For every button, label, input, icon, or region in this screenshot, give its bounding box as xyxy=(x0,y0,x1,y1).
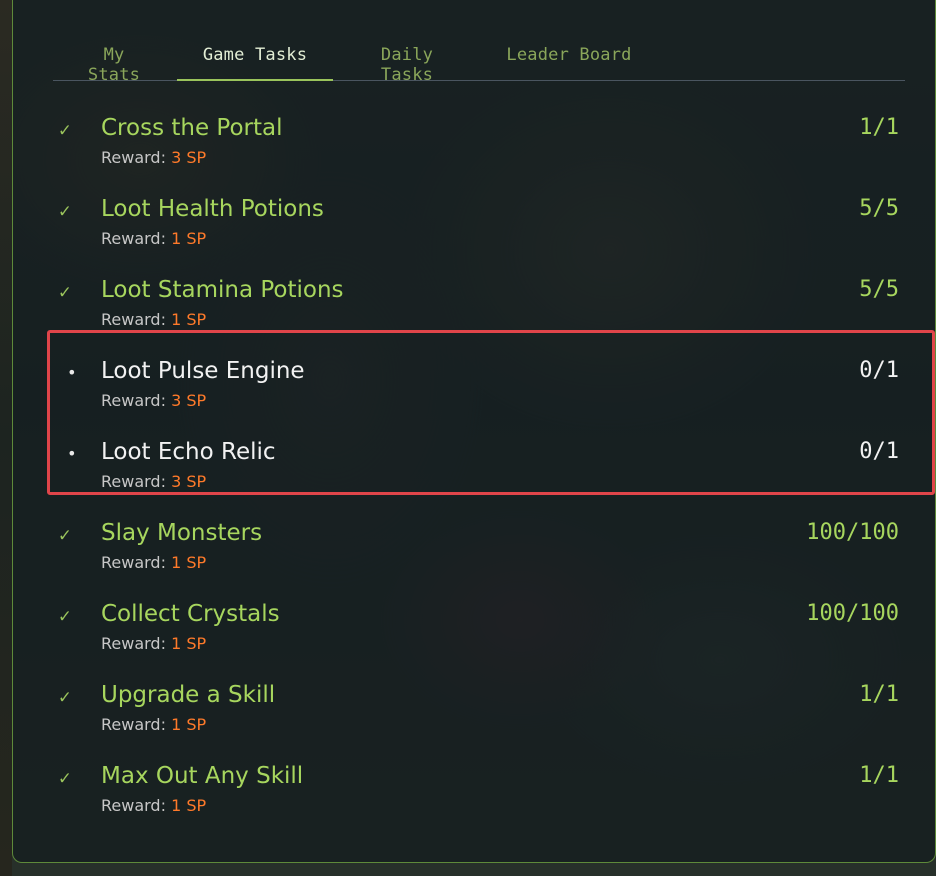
task-reward: Reward: 1 SP xyxy=(101,715,207,734)
task-title: Loot Echo Relic xyxy=(101,439,276,465)
task-progress: 0/1 xyxy=(859,358,899,383)
check-icon: ✓ xyxy=(59,200,71,222)
task-title: Slay Monsters xyxy=(101,520,263,546)
tab-leader-board[interactable]: Leader Board xyxy=(503,36,635,81)
task-reward: Reward: 3 SP xyxy=(101,391,207,410)
reward-value: 3 SP xyxy=(171,148,207,167)
task-title: Upgrade a Skill xyxy=(101,682,276,708)
task-title: Loot Health Potions xyxy=(101,196,324,222)
tasks-panel: My Stats Game Tasks Daily Tasks Leader B… xyxy=(12,0,936,863)
task-row-collect-crystals: ✓ Collect Crystals Reward: 1 SP 100/100 xyxy=(13,596,936,677)
task-progress: 5/5 xyxy=(859,196,899,221)
reward-value: 1 SP xyxy=(171,229,207,248)
check-icon: ✓ xyxy=(59,686,71,708)
task-title: Loot Pulse Engine xyxy=(101,358,305,384)
task-reward: Reward: 1 SP xyxy=(101,553,207,572)
tab-daily-tasks[interactable]: Daily Tasks xyxy=(355,36,459,85)
task-reward: Reward: 1 SP xyxy=(101,229,207,248)
bullet-icon: • xyxy=(67,444,77,463)
task-reward: Reward: 3 SP xyxy=(101,148,207,167)
task-row-slay-monsters: ✓ Slay Monsters Reward: 1 SP 100/100 xyxy=(13,515,936,596)
task-progress: 1/1 xyxy=(859,115,899,140)
task-reward: Reward: 1 SP xyxy=(101,796,207,815)
task-progress: 0/1 xyxy=(859,439,899,464)
reward-value: 1 SP xyxy=(171,634,207,653)
check-icon: ✓ xyxy=(59,605,71,627)
task-title: Collect Crystals xyxy=(101,601,280,627)
task-title: Cross the Portal xyxy=(101,115,283,141)
task-row-loot-echo-relic: • Loot Echo Relic Reward: 3 SP 0/1 xyxy=(13,434,936,515)
tab-bar: My Stats Game Tasks Daily Tasks Leader B… xyxy=(53,36,905,85)
tab-game-tasks[interactable]: Game Tasks xyxy=(177,36,333,81)
check-icon: ✓ xyxy=(59,119,71,141)
task-progress: 100/100 xyxy=(806,520,899,545)
task-row-loot-stamina-potions: ✓ Loot Stamina Potions Reward: 1 SP 5/5 xyxy=(13,272,936,353)
task-row-loot-health-potions: ✓ Loot Health Potions Reward: 1 SP 5/5 xyxy=(13,191,936,272)
task-progress: 100/100 xyxy=(806,601,899,626)
task-reward: Reward: 1 SP xyxy=(101,634,207,653)
task-reward: Reward: 1 SP xyxy=(101,310,207,329)
task-row-upgrade-a-skill: ✓ Upgrade a Skill Reward: 1 SP 1/1 xyxy=(13,677,936,758)
task-row-max-out-any-skill: ✓ Max Out Any Skill Reward: 1 SP 1/1 xyxy=(13,758,936,839)
reward-value: 1 SP xyxy=(171,310,207,329)
task-progress: 5/5 xyxy=(859,277,899,302)
bullet-icon: • xyxy=(67,363,77,382)
task-progress: 1/1 xyxy=(859,763,899,788)
task-progress: 1/1 xyxy=(859,682,899,707)
reward-value: 3 SP xyxy=(171,391,207,410)
reward-value: 1 SP xyxy=(171,553,207,572)
reward-value: 1 SP xyxy=(171,715,207,734)
check-icon: ✓ xyxy=(59,524,71,546)
task-title: Loot Stamina Potions xyxy=(101,277,344,303)
background-edge xyxy=(0,0,12,876)
task-row-cross-the-portal: ✓ Cross the Portal Reward: 3 SP 1/1 xyxy=(13,110,936,191)
check-icon: ✓ xyxy=(59,281,71,303)
task-title: Max Out Any Skill xyxy=(101,763,304,789)
task-row-loot-pulse-engine: • Loot Pulse Engine Reward: 3 SP 0/1 xyxy=(13,353,936,434)
reward-value: 3 SP xyxy=(171,472,207,491)
check-icon: ✓ xyxy=(59,767,71,789)
reward-value: 1 SP xyxy=(171,796,207,815)
task-reward: Reward: 3 SP xyxy=(101,472,207,491)
tab-my-stats[interactable]: My Stats xyxy=(74,36,154,85)
